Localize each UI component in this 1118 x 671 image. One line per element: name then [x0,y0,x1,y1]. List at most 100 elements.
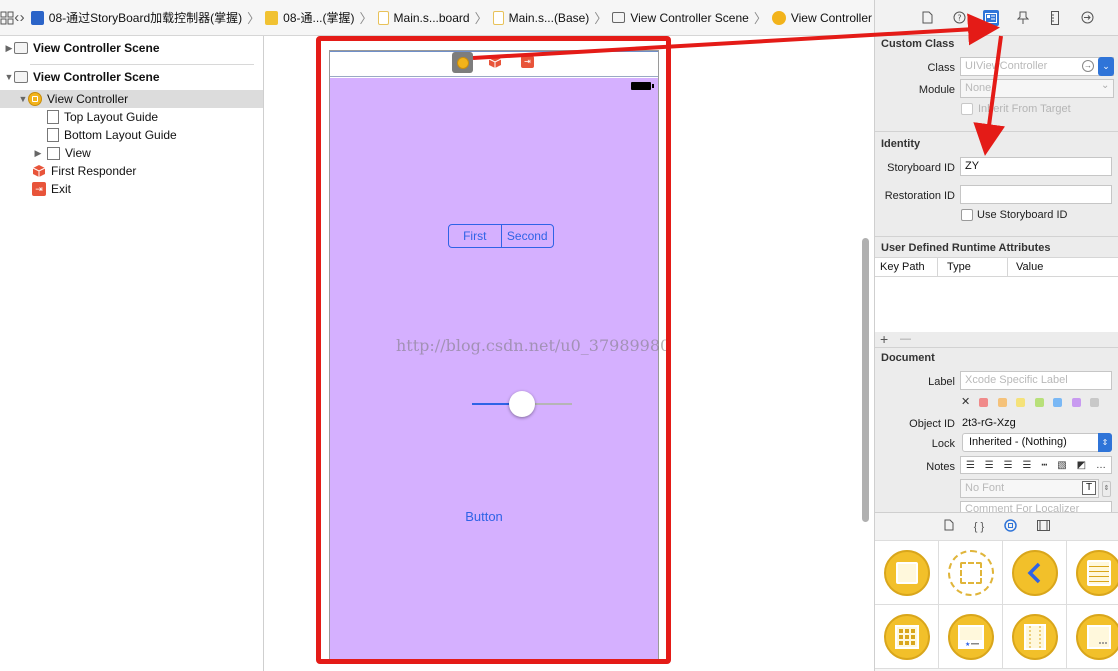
add-attribute-plus-icon[interactable]: + [880,331,888,347]
library-item-tab-bar-controller[interactable]: ★ [939,605,1003,669]
label-color-swatch[interactable] [1090,398,1099,407]
breadcrumb-item[interactable]: Main.s...(Base) [492,10,590,25]
object-library-icon[interactable] [1004,518,1017,535]
label-color-swatch[interactable] [1034,398,1044,407]
font-size-stepper-icon[interactable]: ⇕ [1102,481,1111,497]
class-navigate-arrow-icon[interactable]: → [1082,60,1094,72]
connections-inspector-icon[interactable] [1079,10,1095,26]
breadcrumb-item[interactable]: View Controller Scene [612,11,749,25]
document-outline: ▶ View Controller Scene ▼ View Controlle… [0,36,264,671]
outline-scene-expanded[interactable]: ▼ View Controller Scene [4,68,160,86]
notes-comment-field[interactable]: Comment For Localizer [960,501,1112,512]
library-item-split-view-controller[interactable] [1003,605,1067,669]
align-left-icon[interactable]: ☰ [966,460,975,471]
section-divider [875,347,1118,348]
strikethrough-icon[interactable]: ▧ [1057,460,1066,471]
view-controller-icon [771,10,786,25]
align-right-icon[interactable]: ☰ [1004,460,1013,471]
document-label-field[interactable]: Xcode Specific Label [960,371,1112,390]
lock-popup-chevron-icon[interactable]: ⇕ [1098,433,1112,452]
storyboard-id-field[interactable]: ZY [960,157,1112,176]
label-color-swatch[interactable] [1053,398,1062,407]
align-justify-icon[interactable]: ☰ [1023,460,1032,471]
outline-scene-label: View Controller Scene [33,70,160,84]
outline-item-label: Exit [51,182,72,196]
inherit-from-target-checkbox[interactable] [961,103,973,115]
breadcrumb-item[interactable]: Main.s...board [377,10,470,25]
breadcrumb-label: View Controller Scene [630,10,749,25]
project-file-icon [30,10,44,25]
module-dropdown-chevron-icon[interactable]: ⌄ [1101,80,1109,91]
lock-popup[interactable]: Inherited - (Nothing) [962,433,1112,452]
storyboard-canvas[interactable]: ⇥ First Second http://blog.csdn.net/u0_3… [264,36,874,671]
runtime-attributes-table-body[interactable] [875,277,1118,332]
outline-item-first-responder[interactable]: First Responder [32,162,136,180]
forward-arrow-icon[interactable]: › [19,7,25,29]
library-item-view-controller[interactable] [875,541,939,605]
attributes-inspector-icon[interactable] [1015,10,1031,26]
use-storyboard-id-checkbox[interactable] [961,209,973,221]
text-color-icon[interactable]: ◩ [1077,460,1086,471]
tab-bar-controller-icon: ★ [947,613,994,660]
breadcrumb-label: Main.s...(Base) [508,10,590,25]
related-items-grid-icon[interactable] [0,7,14,29]
align-center-icon[interactable]: ☰ [985,460,994,471]
outline-item-label: View Controller [47,92,129,106]
custom-class-header: Custom Class [881,38,955,50]
disclosure-expanded-icon[interactable]: ▼ [4,72,14,82]
restoration-id-field[interactable] [960,185,1112,204]
outline-item-view-controller[interactable]: ▼ View Controller [0,90,263,108]
notes-label: Notes [926,461,955,473]
column-key-path: Key Path [880,261,925,273]
lock-label: Lock [931,438,955,450]
breadcrumb-label: 08-通...(掌握) [283,11,355,25]
library-item-table-view-controller[interactable] [1067,541,1118,605]
disclosure-collapsed-icon[interactable]: ▶ [4,43,14,54]
notes-font-field[interactable]: No Font [960,479,1099,498]
breadcrumb-item[interactable]: 08-通过StoryBoard加载控制器(掌握) [30,9,242,26]
disclosure-expanded-icon[interactable]: ▼ [18,94,28,104]
view-controller-object-icon [883,549,930,596]
library-item-navigation-controller[interactable] [1003,541,1067,605]
outline-scene-collapsed[interactable]: ▶ View Controller Scene [4,39,160,57]
outline-item-exit[interactable]: ⇥ Exit [32,180,71,198]
view-controller-icon [28,92,42,106]
annotation-highlight-box [316,36,671,664]
file-inspector-icon[interactable] [919,10,935,26]
outline-item-label: First Responder [51,164,137,178]
class-dropdown-chevron-icon[interactable]: ⌄ [1098,57,1114,76]
storyboard-id-label: Storyboard ID [887,162,955,174]
quick-help-icon[interactable]: ? [951,10,967,26]
clear-label-color-icon[interactable]: ✕ [961,395,970,408]
size-inspector-icon[interactable] [1047,10,1063,26]
split-view-controller-icon [1011,613,1058,660]
inspector-panel: ? Custom Class Class UIViewController → … [874,0,1118,671]
file-template-library-icon[interactable] [944,519,954,534]
library-tabs: { } [875,513,1118,541]
canvas-scrollbar[interactable] [862,238,869,522]
media-library-icon[interactable] [1037,519,1051,534]
outline-item-view[interactable]: ▶ View [33,144,91,162]
identity-inspector-icon[interactable] [983,9,999,26]
library-item-page-view-controller[interactable] [1067,605,1118,669]
folder-icon [265,10,279,25]
code-snippet-library-icon[interactable]: { } [974,521,984,533]
label-color-swatch[interactable] [1016,398,1025,407]
label-color-swatch[interactable] [979,398,988,407]
library-item-collection-view-controller[interactable] [875,605,939,669]
label-color-swatch[interactable] [997,398,1007,407]
spacing-icon[interactable]: ┅ [1041,460,1047,471]
disclosure-collapsed-icon[interactable]: ▶ [33,148,43,159]
font-picker-icon[interactable]: T [1082,481,1096,495]
outline-item-bottom-layout-guide[interactable]: Bottom Layout Guide [47,126,177,144]
label-color-swatch[interactable] [1071,398,1081,407]
outline-item-top-layout-guide[interactable]: Top Layout Guide [47,108,158,126]
jump-bar: ‹ › 08-通过StoryBoard加载控制器(掌握) 〉 08-通...(掌握)… [0,0,874,36]
more-options-icon[interactable]: … [1096,460,1106,471]
breadcrumb-item[interactable]: 08-通...(掌握) [265,9,355,26]
remove-attribute-minus-icon[interactable]: — [900,333,911,345]
breadcrumb-item[interactable]: View Controller [771,10,872,25]
module-field[interactable]: None [960,79,1114,98]
library-item-storyboard-reference[interactable] [939,541,1003,605]
breadcrumb-separator-icon: 〉 [247,11,261,26]
